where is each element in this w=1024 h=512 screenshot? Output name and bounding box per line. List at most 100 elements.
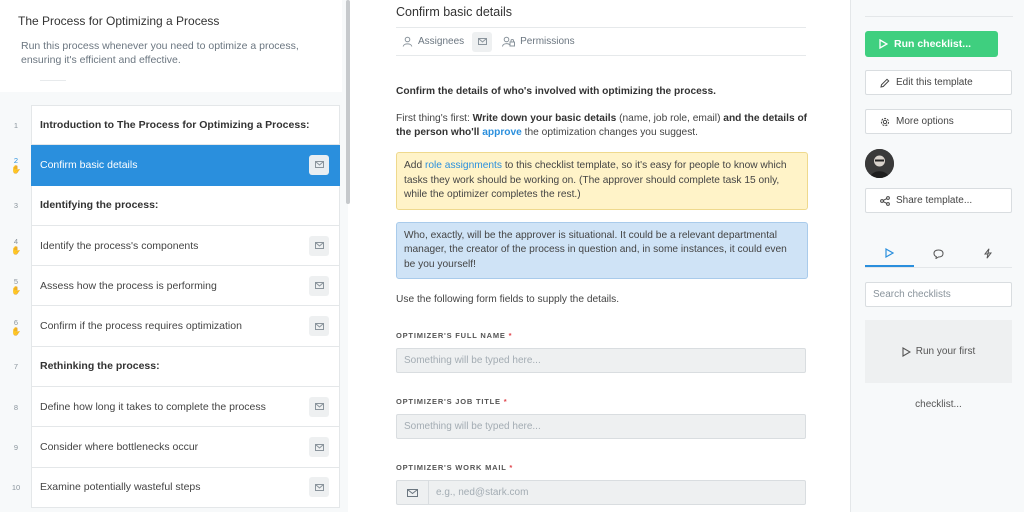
avatar[interactable] (865, 149, 894, 178)
email-icon (397, 481, 429, 504)
email-icon[interactable] (309, 396, 329, 417)
task-number: 7 (13, 362, 19, 372)
work-mail-input[interactable]: e.g., ned@stark.com (396, 480, 806, 505)
task-label: Define how long it takes to complete the… (40, 400, 266, 413)
run-checklist-button[interactable]: Run checklist... (865, 31, 998, 57)
user-icon (402, 36, 413, 47)
task-row[interactable]: 9 Consider where bottlenecks occur (0, 427, 340, 468)
more-options-button[interactable]: More options (865, 109, 1012, 134)
task-number: 4 (13, 237, 19, 247)
form-intro: Use the following form fields to supply … (396, 294, 620, 305)
placeholder: e.g., ned@stark.com (436, 486, 529, 498)
full-name-input[interactable]: Something will be typed here... (396, 348, 806, 373)
email-icon[interactable] (309, 154, 329, 175)
hand-icon: ✋ (11, 246, 21, 256)
task-number: 1 (13, 120, 19, 130)
content-lead: Confirm the details of who's involved wi… (396, 86, 716, 97)
empty-state-text-continued: checklist... (915, 399, 962, 410)
edit-template-button[interactable]: Edit this template (865, 70, 1012, 95)
template-description[interactable]: Run this process whenever you need to op… (21, 39, 321, 67)
required-mark: * (503, 397, 508, 406)
task-label: Confirm if the process requires optimiza… (40, 320, 242, 333)
placeholder: Something will be typed here... (404, 354, 541, 366)
run-first-checklist-button[interactable]: Run your first (865, 320, 1012, 383)
task-row[interactable]: 4 ✋ Identify the process's components (0, 225, 340, 267)
email-icon[interactable] (309, 235, 329, 256)
placeholder: Something will be typed here... (404, 420, 541, 432)
permissions-button[interactable]: Permissions (502, 36, 575, 47)
task-row[interactable]: 1 Introduction to The Process for Optimi… (0, 105, 340, 146)
task-number: 10 (11, 483, 21, 493)
task-detail: Confirm basic details Assignees Permissi… (350, 0, 850, 512)
task-number: 9 (13, 443, 19, 453)
share-template-label: Share template... (896, 195, 973, 206)
task-row[interactable]: 5 ✋ Assess how the process is performing (0, 266, 340, 307)
email-icon[interactable] (309, 477, 329, 498)
task-row[interactable]: 7 Rethinking the process: (0, 346, 340, 388)
field-label-job-title: OPTIMIZER'S JOB TITLE * (396, 397, 508, 406)
task-row[interactable]: 3 Identifying the process: (0, 185, 340, 226)
tab-comments[interactable] (914, 240, 963, 267)
task-list: 1 Introduction to The Process for Optimi… (0, 105, 340, 508)
email-icon[interactable] (309, 316, 329, 337)
edit-template-label: Edit this template (896, 77, 973, 88)
email-icon[interactable] (309, 275, 329, 296)
play-icon (902, 346, 911, 357)
user-lock-icon (502, 36, 516, 47)
task-number: 6 (13, 317, 19, 327)
task-row-active[interactable]: 2 ✋ Confirm basic details (0, 145, 340, 186)
hand-icon: ✋ (11, 326, 21, 336)
task-number: 3 (13, 201, 19, 211)
task-label: Assess how the process is performing (40, 279, 217, 292)
field-label-work-mail: OPTIMIZER'S WORK MAIL * (396, 463, 514, 472)
text: the optimization changes you suggest. (521, 127, 698, 138)
role-assignments-link[interactable]: role assignments (425, 160, 502, 171)
assignees-label: Assignees (418, 36, 465, 47)
task-content: Confirm the details of who's involved wi… (396, 85, 808, 505)
content-paragraph: First thing's first: Write down your bas… (396, 112, 808, 140)
required-mark: * (509, 463, 514, 472)
template-sidebar: The Process for Optimizing a Process Run… (0, 0, 350, 512)
task-number: 8 (13, 402, 19, 412)
required-mark: * (508, 331, 513, 340)
share-template-button[interactable]: Share template... (865, 188, 1012, 213)
callout-warning: Add role assignments to this checklist t… (396, 152, 808, 210)
comment-icon (933, 248, 944, 259)
share-icon (880, 195, 890, 206)
hand-icon: ✋ (11, 286, 21, 296)
divider (40, 80, 66, 81)
task-label: Examine potentially wasteful steps (40, 481, 201, 494)
more-options-label: More options (896, 116, 954, 127)
task-label: Identify the process's components (40, 239, 199, 252)
gear-icon (880, 117, 890, 126)
tab-checklists[interactable] (865, 240, 914, 267)
task-label: Confirm basic details (40, 158, 138, 171)
template-title[interactable]: The Process for Optimizing a Process (18, 14, 219, 28)
right-sidebar: Run checklist... Edit this template More… (850, 0, 1024, 512)
approve-text: approve (482, 127, 522, 138)
pencil-icon (880, 78, 890, 88)
task-row[interactable]: 6 ✋ Confirm if the process requires opti… (0, 306, 340, 347)
text: (name, job role, email) (616, 113, 724, 124)
task-label: Identifying the process: (40, 199, 159, 212)
hand-icon: ✋ (11, 165, 21, 175)
task-title[interactable]: Confirm basic details (396, 5, 512, 19)
bold-text: Write down your basic details (472, 113, 617, 124)
activity-tabs (865, 240, 1012, 268)
email-icon[interactable] (472, 31, 493, 52)
divider (865, 16, 1013, 17)
email-icon[interactable] (309, 437, 329, 458)
field-label-full-name: OPTIMIZER'S FULL NAME * (396, 331, 513, 340)
task-label: Consider where bottlenecks occur (40, 441, 199, 454)
task-meta-bar: Assignees Permissions (396, 28, 806, 56)
tab-activity[interactable] (963, 240, 1012, 267)
text: First thing's first: (396, 113, 473, 124)
callout-info: Who, exactly, will be the approver is si… (396, 221, 808, 279)
job-title-input[interactable]: Something will be typed here... (396, 414, 806, 439)
search-checklists-input[interactable]: Search checklists (865, 282, 1012, 307)
task-row[interactable]: 10 Examine potentially wasteful steps (0, 467, 340, 508)
assignees-button[interactable]: Assignees (402, 36, 464, 47)
text: Add (404, 160, 425, 171)
task-row[interactable]: 8 Define how long it takes to complete t… (0, 387, 340, 428)
clipped-toolbar (22, 0, 182, 2)
